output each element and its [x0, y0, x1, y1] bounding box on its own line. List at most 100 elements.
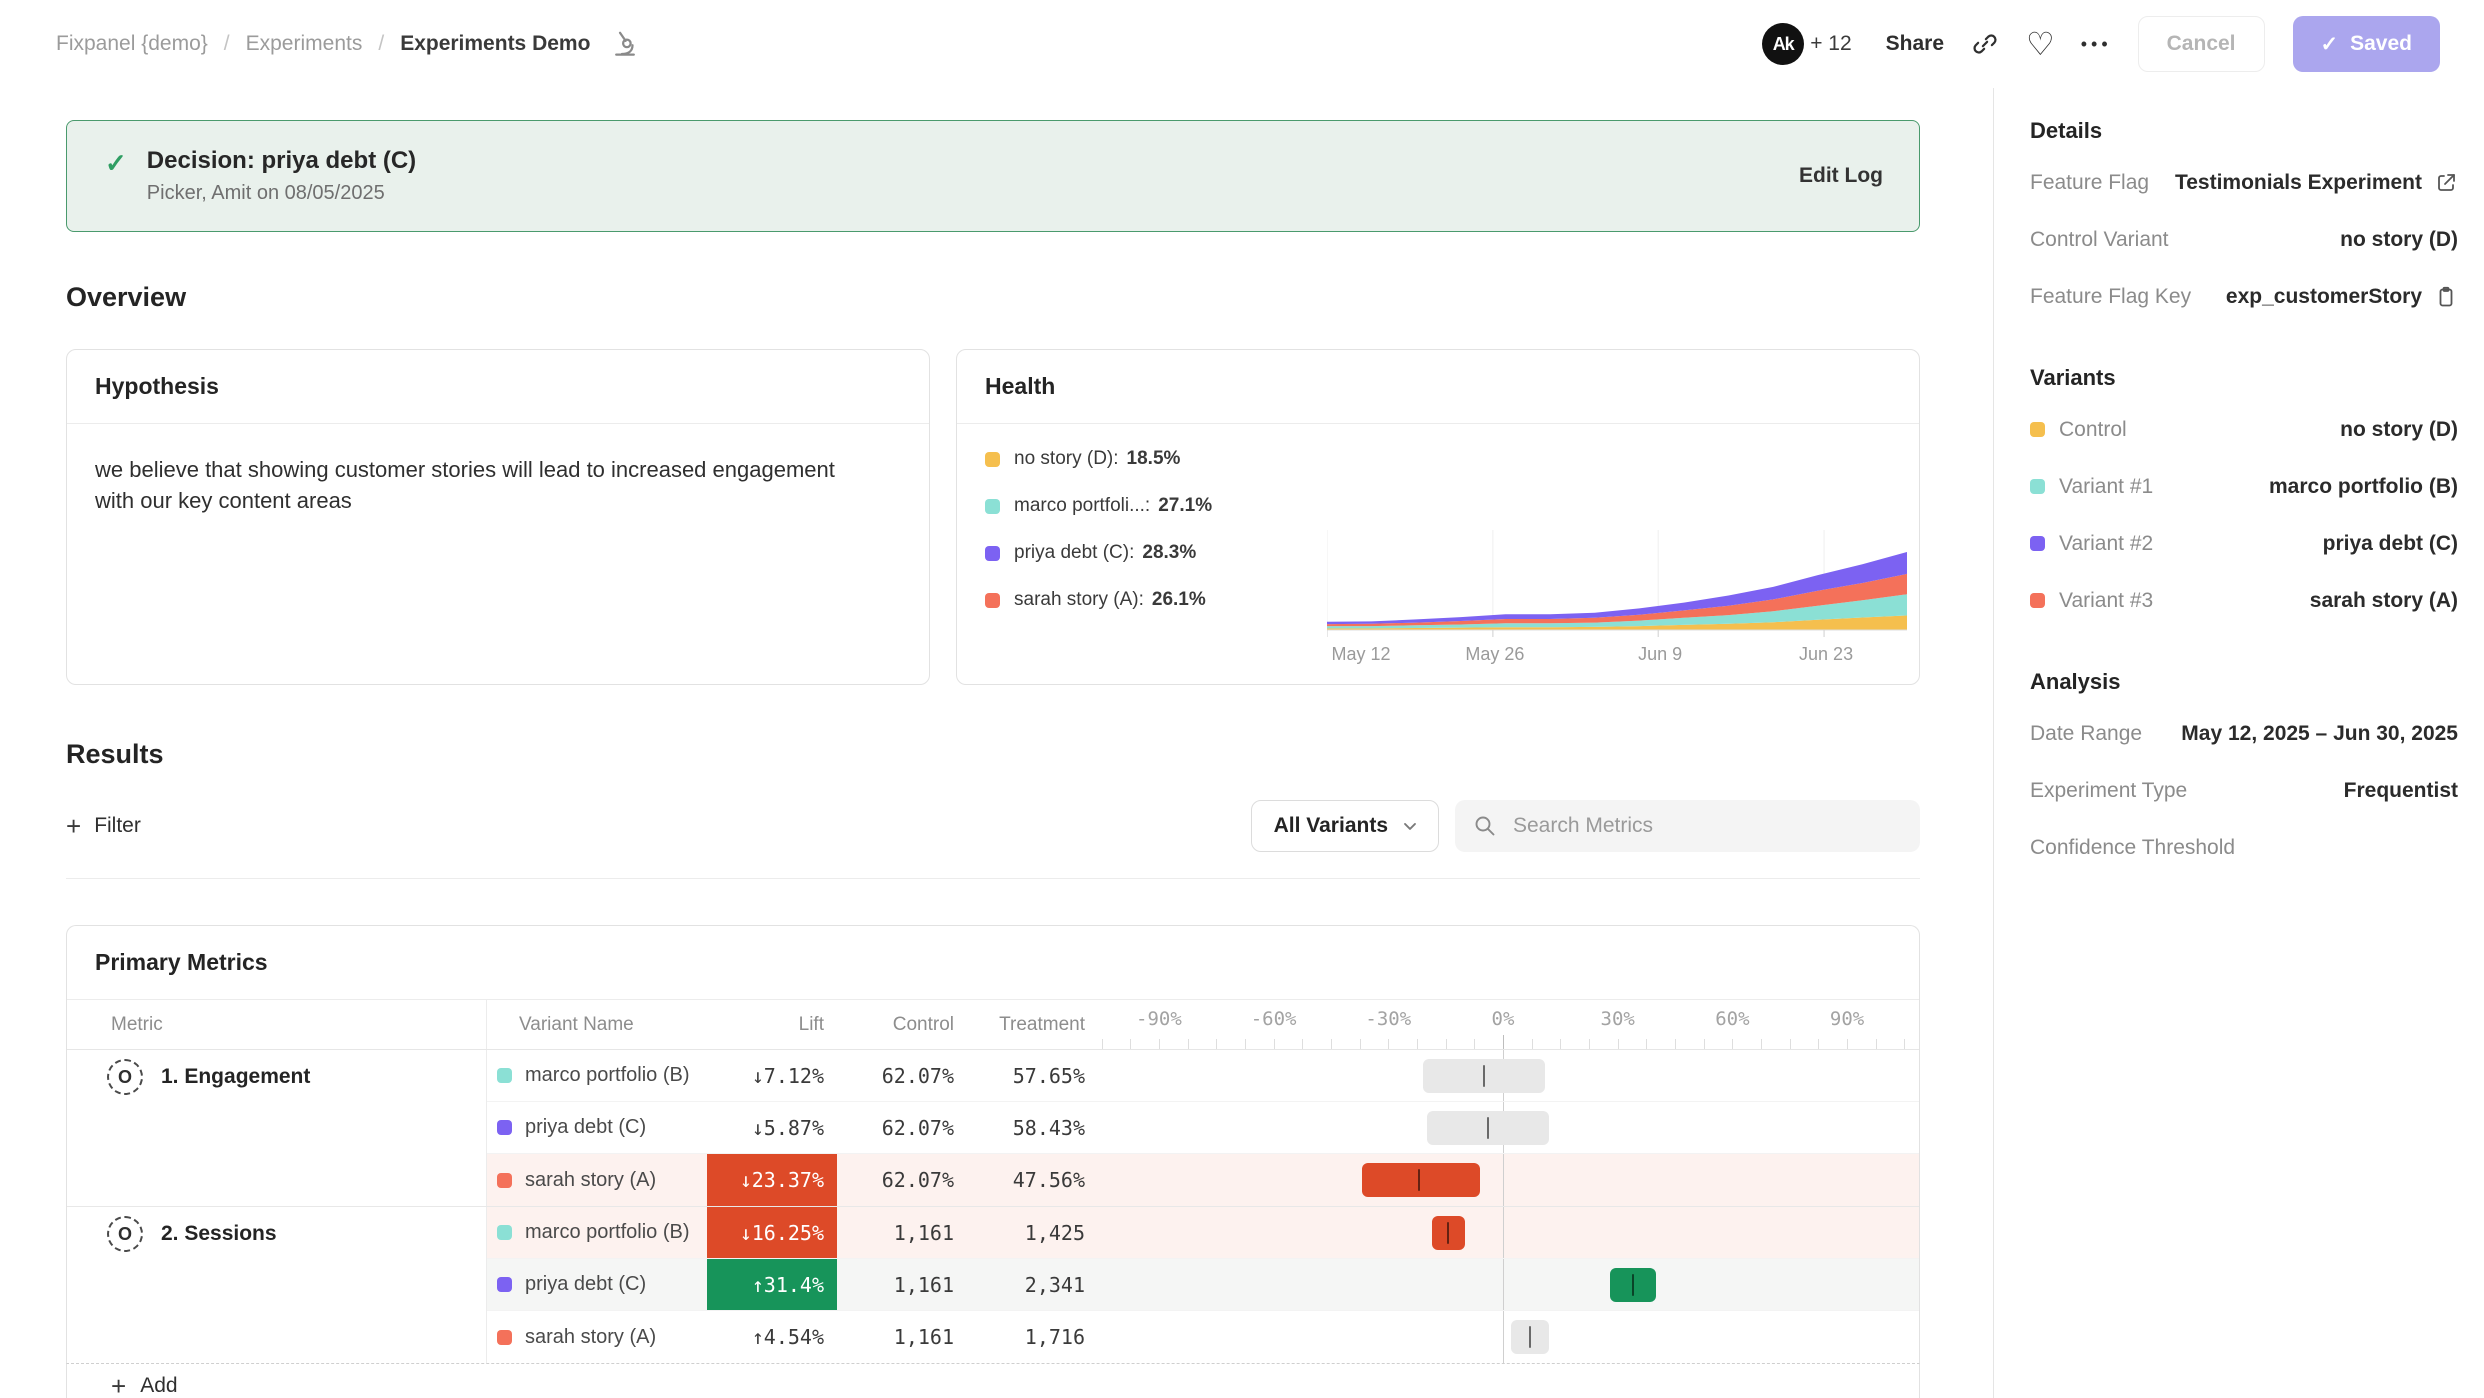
- legend-item: no story (D): 18.5%: [985, 448, 1327, 470]
- treatment-value: 1,716: [962, 1311, 1092, 1363]
- axis-minor-tick: [1216, 1039, 1217, 1049]
- avatar-overflow-count[interactable]: + 12: [1810, 32, 1851, 56]
- sidebar-row-value: priya debt (C): [2323, 532, 2458, 556]
- legend-value: 27.1%: [1158, 495, 1212, 517]
- axis-minor-tick: [1646, 1039, 1647, 1049]
- sidebar-row-value: May 12, 2025 – Jun 30, 2025: [2181, 722, 2458, 746]
- copy-link-icon[interactable]: [1970, 29, 2000, 59]
- confidence-interval-bar: [1610, 1268, 1656, 1302]
- sidebar-row-label: Variant #2: [2059, 532, 2153, 556]
- breadcrumb-item[interactable]: Experiments Demo: [400, 32, 590, 56]
- breadcrumb: Fixpanel {demo} / Experiments / Experiments …: [56, 29, 640, 59]
- health-card: Health no story (D):18.5%marco portfoli.…: [956, 349, 1920, 685]
- metric-variant-row[interactable]: sarah story (A)↑4.54%1,1611,716: [487, 1311, 1919, 1363]
- details-sidebar: DetailsFeature FlagTestimonials Experime…: [1993, 88, 2484, 1398]
- sidebar-row-label: Variant #3: [2059, 589, 2153, 613]
- add-filter-button[interactable]: + Filter: [66, 813, 141, 839]
- decision-banner: ✓ Decision: priya debt (C) Picker, Amit …: [66, 120, 1920, 232]
- variant-cell: sarah story (A): [487, 1154, 707, 1206]
- axis-tick-label: -60%: [1251, 1008, 1297, 1030]
- metric-cell: O1. Engagement: [67, 1050, 487, 1206]
- plus-icon: +: [111, 1373, 126, 1398]
- confidence-interval-bar: [1427, 1111, 1549, 1145]
- confidence-interval-cell: [1092, 1259, 1919, 1310]
- metric-group: O2. Sessionsmarco portfolio (B)↓16.25%1,…: [67, 1206, 1919, 1363]
- confidence-interval-bar: [1511, 1320, 1549, 1354]
- sidebar-section: DetailsFeature FlagTestimonials Experime…: [2030, 118, 2458, 325]
- metric-header[interactable]: O1. Engagement: [67, 1050, 486, 1095]
- breadcrumb-separator: /: [378, 32, 384, 56]
- sidebar-section: VariantsControlno story (D)Variant #1mar…: [2030, 365, 2458, 629]
- column-header-metric: Metric: [67, 1000, 487, 1049]
- variant-swatch: [2030, 422, 2045, 437]
- sidebar-row-label: Control Variant: [2030, 228, 2169, 252]
- metric-variant-row[interactable]: marco portfolio (B)↓7.12%62.07%57.65%: [487, 1050, 1919, 1102]
- sidebar-row-value: no story (D): [2340, 418, 2458, 442]
- metrics-table-body: O1. Engagementmarco portfolio (B)↓7.12%6…: [67, 1050, 1919, 1363]
- axis-minor-tick: [1790, 1039, 1791, 1049]
- column-header-variant: Variant Name: [487, 1000, 707, 1049]
- legend-label: priya debt (C):: [1014, 542, 1134, 564]
- axis-minor-tick: [1675, 1039, 1676, 1049]
- axis-minor-tick: [1446, 1039, 1447, 1049]
- confidence-interval-bar: [1362, 1163, 1481, 1197]
- variant-swatch: [497, 1120, 512, 1135]
- sidebar-row: Confidence Threshold: [2030, 819, 2458, 876]
- metric-variant-row[interactable]: marco portfolio (B)↓16.25%1,1611,425: [487, 1207, 1919, 1259]
- saved-button[interactable]: ✓ Saved: [2293, 16, 2440, 72]
- axis-minor-tick: [1188, 1039, 1189, 1049]
- axis-minor-tick: [1589, 1039, 1590, 1049]
- more-options-button[interactable]: •••: [2081, 34, 2112, 55]
- breadcrumb-separator: /: [224, 32, 230, 56]
- lift-marker: [1483, 1065, 1485, 1087]
- axis-minor-tick: [1876, 1039, 1877, 1049]
- metric-rows: marco portfolio (B)↓16.25%1,1611,425priy…: [487, 1207, 1919, 1363]
- share-button[interactable]: Share: [1886, 32, 1944, 56]
- metric-header[interactable]: O2. Sessions: [67, 1207, 486, 1252]
- legend-swatch: [985, 546, 1000, 561]
- results-divider: [66, 878, 1920, 879]
- all-variants-dropdown[interactable]: All Variants: [1251, 800, 1439, 852]
- x-axis-label: Jun 9: [1638, 644, 1682, 664]
- primary-metrics-title: Primary Metrics: [67, 926, 1919, 1000]
- favorite-heart-icon[interactable]: ♡: [2026, 28, 2055, 60]
- x-axis-label: May 12: [1331, 644, 1390, 664]
- sidebar-row: Variant #3sarah story (A): [2030, 572, 2458, 629]
- lift-value: ↑31.4%: [707, 1259, 837, 1310]
- search-metrics-input[interactable]: [1455, 800, 1920, 852]
- variant-name: marco portfolio (B): [525, 1064, 690, 1087]
- zero-baseline: [1503, 1311, 1504, 1363]
- confidence-interval-cell: [1092, 1311, 1919, 1363]
- variant-name: sarah story (A): [525, 1169, 656, 1192]
- control-value: 62.07%: [837, 1102, 962, 1153]
- metric-variant-row[interactable]: sarah story (A)↓23.37%62.07%47.56%: [487, 1154, 1919, 1206]
- avatar[interactable]: Ak: [1762, 23, 1804, 65]
- control-value: 1,161: [837, 1311, 962, 1363]
- legend-value: 18.5%: [1127, 448, 1181, 470]
- variant-name: priya debt (C): [525, 1116, 646, 1139]
- metric-variant-row[interactable]: priya debt (C)↑31.4%1,1612,341: [487, 1259, 1919, 1311]
- cancel-button[interactable]: Cancel: [2138, 16, 2265, 72]
- axis-minor-tick: [1818, 1039, 1819, 1049]
- axis-minor-tick: [1474, 1039, 1475, 1049]
- control-value: 1,161: [837, 1207, 962, 1258]
- legend-swatch: [985, 593, 1000, 608]
- sidebar-row-label: Control: [2059, 418, 2127, 442]
- add-metric-button[interactable]: + Add: [66, 1363, 1920, 1398]
- external-link-icon[interactable]: [2434, 171, 2458, 195]
- edit-log-button[interactable]: Edit Log: [1799, 164, 1883, 188]
- breadcrumb-item[interactable]: Experiments: [246, 32, 363, 56]
- x-axis-label: May 26: [1465, 644, 1524, 664]
- avatar-group[interactable]: Ak + 12: [1762, 23, 1851, 65]
- axis-minor-tick: [1732, 1039, 1733, 1049]
- legend-item: sarah story (A):26.1%: [985, 589, 1327, 611]
- legend-label: no story (D):: [1014, 448, 1119, 470]
- sidebar-row: Control Variantno story (D): [2030, 211, 2458, 268]
- lift-value: ↓5.87%: [707, 1102, 837, 1153]
- metrics-table-header: Metric Variant Name Lift Control Treatme…: [67, 1000, 1919, 1050]
- breadcrumb-item[interactable]: Fixpanel {demo}: [56, 32, 208, 56]
- clipboard-icon[interactable]: [2434, 285, 2458, 309]
- metric-variant-row[interactable]: priya debt (C)↓5.87%62.07%58.43%: [487, 1102, 1919, 1154]
- hypothesis-text: we believe that showing customer stories…: [67, 424, 887, 546]
- saved-button-label: Saved: [2350, 32, 2412, 56]
